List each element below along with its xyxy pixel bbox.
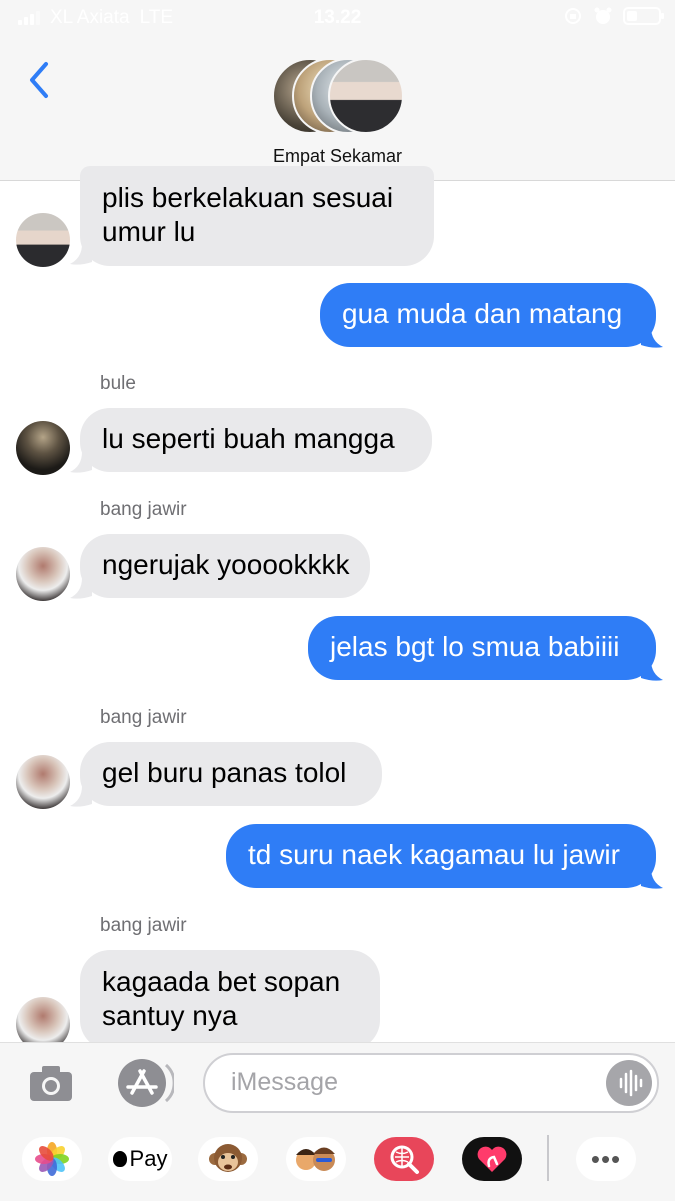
message-text: ngerujak yooookkkk [102,549,350,580]
bubble-tail [641,868,663,889]
sender-avatar[interactable] [16,547,70,601]
message-bubble-outgoing[interactable]: jelas bgt lo smua babiiii [308,616,656,680]
sender-avatar[interactable] [16,755,70,809]
photos-icon [35,1142,69,1176]
image-search-button[interactable] [374,1137,434,1181]
bubble-tail [641,327,663,348]
sender-avatar[interactable] [16,213,70,267]
message-text: santuy nya [102,1000,238,1031]
alarm-icon [594,7,612,24]
composer-bar: iMessage Pay ••• [0,1042,675,1201]
message-text: kagaada bet sopan [102,966,341,997]
more-apps-button[interactable]: ••• [576,1137,636,1181]
bubble-tail [70,452,92,473]
drawer-divider [547,1135,549,1181]
message-text: jelas bgt lo smua babiiii [330,631,620,662]
message-bubble-incoming[interactable]: gel buru panas tolol [80,742,382,806]
bubble-tail [641,660,663,681]
more-icon: ••• [590,1143,622,1174]
group-name[interactable]: Empat Sekamar [0,146,675,167]
message-bubble-outgoing[interactable]: td suru naek kagamau lu jawir [226,824,656,888]
message-text: lu seperti buah mangga [102,423,395,454]
message-bubble-outgoing[interactable]: gua muda dan matang [320,283,656,347]
apple-pay-label: Pay [129,1146,168,1171]
sender-avatar[interactable] [16,421,70,475]
animoji-button[interactable] [198,1137,258,1181]
bubble-tail [70,786,92,807]
message-bubble-incoming[interactable]: kagaada bet sopan santuy nya [80,950,380,1050]
group-avatar-stack[interactable] [272,58,404,134]
message-bubble-incoming[interactable]: ngerujak yooookkkk [80,534,370,598]
message-bubble-incoming[interactable]: plis berkelakuan sesuai umur lu [80,166,434,266]
message-text: gua muda dan matang [342,298,623,329]
memoji-icon [296,1147,335,1171]
digital-touch-button[interactable] [462,1137,522,1181]
sender-name: bang jawir [100,499,187,520]
message-text: td suru naek kagamau lu jawir [248,839,620,870]
audio-message-button[interactable] [606,1060,652,1106]
conversation-header: XL Axiata LTE 13.22 Empat Sekamar [0,0,675,181]
message-text: plis berkelakuan sesuai [102,182,394,213]
sender-name: bule [100,373,136,394]
apple-pay-button[interactable]: Pay [108,1137,172,1181]
camera-icon[interactable] [28,1063,74,1103]
message-input[interactable]: iMessage [203,1053,659,1113]
apple-logo-icon [112,1151,127,1167]
status-bar: XL Axiata LTE 13.22 [0,0,675,36]
photos-app-button[interactable] [22,1137,82,1181]
message-text: umur lu [102,216,196,247]
message-bubble-incoming[interactable]: lu seperti buah mangga [80,408,432,472]
battery-icon [623,7,664,25]
globe-search-icon [390,1145,419,1174]
app-store-icon[interactable] [114,1057,174,1109]
orientation-lock-icon [565,8,581,24]
memoji-stickers-button[interactable] [286,1137,346,1181]
bubble-tail [70,578,92,599]
waveform-icon [619,1069,643,1097]
monkey-icon [209,1144,247,1172]
heart-touch-icon [477,1146,507,1172]
member-avatar [328,58,404,134]
message-input-placeholder: iMessage [231,1068,338,1096]
sender-name: bang jawir [100,915,187,936]
back-chevron-icon[interactable] [22,60,62,100]
message-text: gel buru panas tolol [102,757,347,788]
sender-name: bang jawir [100,707,187,728]
bubble-tail [70,244,92,265]
